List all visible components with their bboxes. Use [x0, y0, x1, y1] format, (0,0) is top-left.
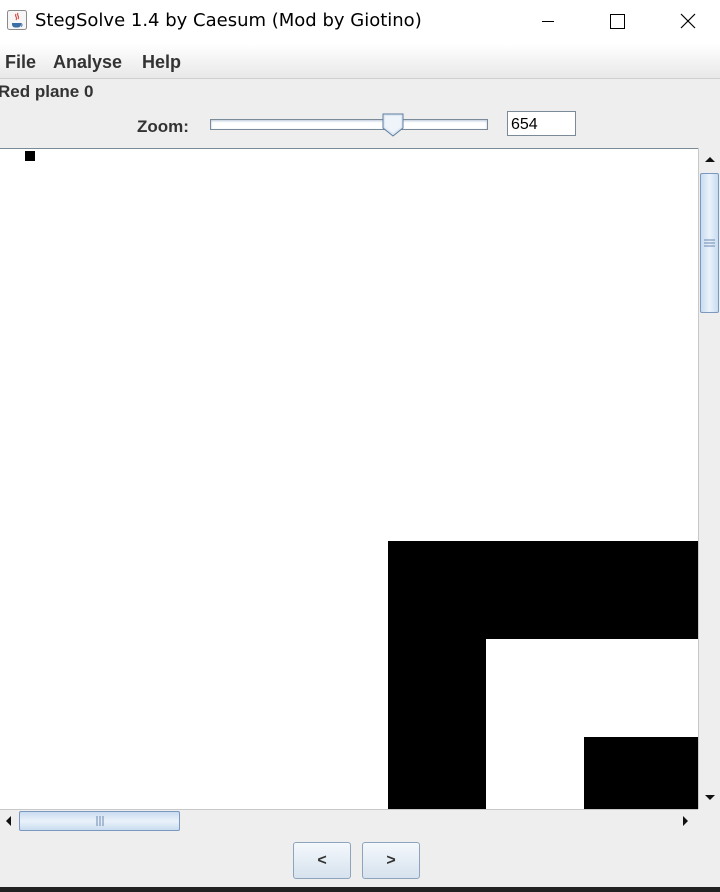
pixel-block — [388, 541, 698, 639]
close-icon — [680, 13, 696, 29]
java-app-icon — [7, 10, 27, 30]
pixel-block — [584, 737, 698, 810]
plane-label: Red plane 0 — [0, 82, 94, 101]
vertical-scroll-thumb[interactable] — [700, 173, 719, 313]
minimize-button[interactable] — [512, 0, 582, 44]
scrollbar-corner — [698, 809, 720, 831]
zoom-slider-thumb[interactable] — [382, 113, 404, 137]
pixel-block — [388, 639, 486, 810]
arrow-up-icon — [705, 157, 715, 162]
maximize-icon — [610, 14, 625, 29]
previous-plane-button[interactable]: < — [293, 842, 351, 879]
maximize-button[interactable] — [582, 0, 652, 44]
menu-analyse[interactable]: Analyse — [53, 52, 122, 73]
window-title: StegSolve 1.4 by Caesum (Mod by Giotino) — [35, 10, 422, 31]
horizontal-scrollbar[interactable] — [0, 809, 698, 832]
grip-icon — [704, 239, 715, 247]
zoom-value-field[interactable]: 654 — [507, 111, 576, 136]
next-plane-button[interactable]: > — [362, 842, 420, 879]
taskbar-edge — [0, 887, 720, 892]
vertical-scrollbar[interactable] — [698, 148, 720, 809]
close-button[interactable] — [650, 0, 720, 44]
arrow-left-icon — [6, 816, 11, 826]
horizontal-scroll-thumb[interactable] — [19, 811, 180, 831]
title-bar: StegSolve 1.4 by Caesum (Mod by Giotino) — [0, 0, 720, 44]
arrow-down-icon — [705, 795, 715, 800]
scroll-down-button[interactable] — [699, 787, 720, 809]
zoom-label: Zoom: — [137, 117, 189, 136]
scroll-right-button[interactable] — [675, 810, 697, 832]
minimize-icon — [542, 21, 554, 22]
arrow-right-icon — [683, 816, 688, 826]
pixel-block — [25, 151, 35, 161]
scroll-up-button[interactable] — [699, 148, 720, 170]
zoom-slider-track[interactable] — [210, 119, 488, 130]
grip-icon — [96, 816, 104, 826]
menu-bar: File Analyse Help — [0, 44, 720, 79]
menu-file[interactable]: File — [5, 52, 36, 73]
scroll-left-button[interactable] — [0, 810, 16, 832]
menu-help[interactable]: Help — [142, 52, 181, 73]
image-canvas — [0, 148, 698, 810]
